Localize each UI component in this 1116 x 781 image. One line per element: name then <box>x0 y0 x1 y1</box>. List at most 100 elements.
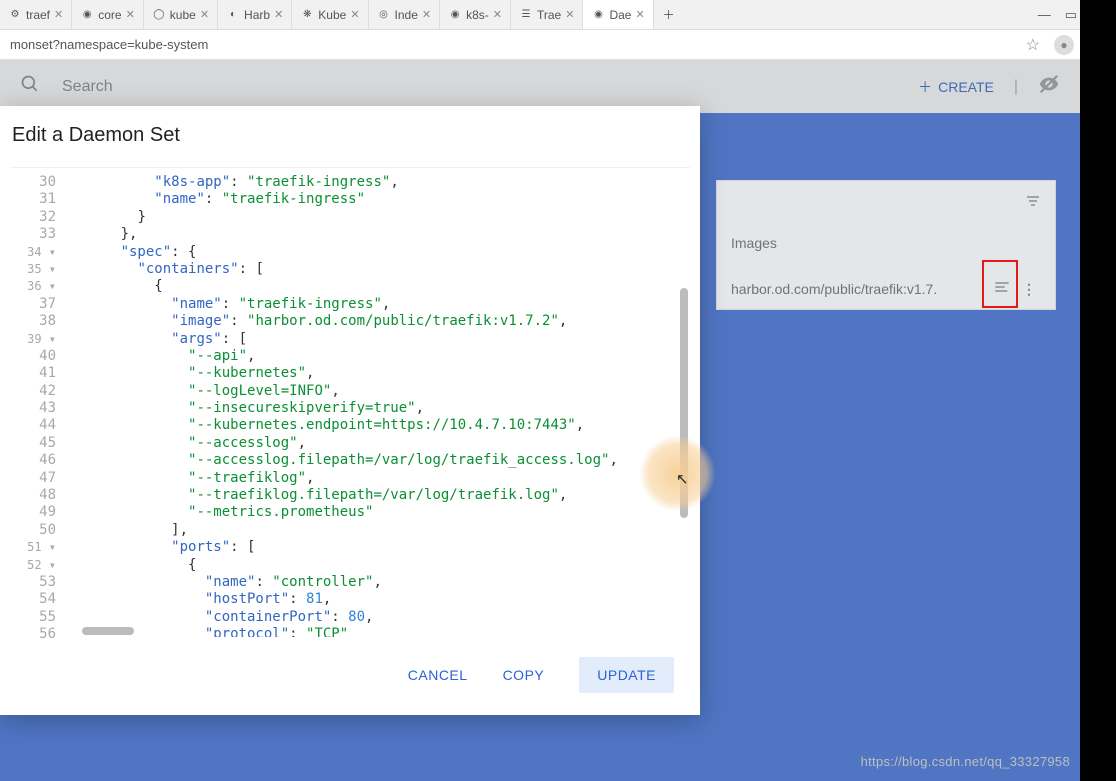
code-line: "--logLevel=INFO", <box>70 383 690 400</box>
tab-label: kube <box>170 8 196 22</box>
browser-tab[interactable]: ◉ Dae ✕ <box>583 0 653 29</box>
line-number: 52 ▾ <box>10 557 56 574</box>
copy-button[interactable]: COPY <box>503 667 545 683</box>
line-number: 54 <box>10 591 56 608</box>
editor-hscrollbar[interactable] <box>82 627 134 635</box>
code-line: "containerPort": 80, <box>70 609 690 626</box>
code-line: "--kubernetes.endpoint=https://10.4.7.10… <box>70 417 690 434</box>
line-number: 43 <box>10 400 56 417</box>
browser-tab[interactable]: ◐Harb✕ <box>218 0 292 29</box>
line-number: 47 <box>10 470 56 487</box>
code-line: "name": "traefik-ingress" <box>70 191 690 208</box>
code-line: "protocol": "TCP" <box>70 626 690 637</box>
code-line: "--api", <box>70 348 690 365</box>
line-number: 46 <box>10 452 56 469</box>
favicon-icon: ⚙ <box>8 8 22 22</box>
favicon-icon: ◎ <box>377 8 391 22</box>
browser-tab[interactable]: ⚙traef✕ <box>0 0 72 29</box>
panel-heading: Images <box>731 235 1041 251</box>
code-line: ], <box>70 522 690 539</box>
favicon-icon: ◉ <box>591 8 605 22</box>
line-number: 45 <box>10 435 56 452</box>
line-number: 39 ▾ <box>10 331 56 348</box>
tab-label: Kube <box>318 8 346 22</box>
tab-close-icon[interactable]: ✕ <box>422 8 431 21</box>
tab-close-icon[interactable]: ✕ <box>126 8 135 21</box>
image-row: harbor.od.com/public/traefik:v1.7. ⋮ <box>731 279 1041 299</box>
code-line: "name": "traefik-ingress", <box>70 296 690 313</box>
code-line: "spec": { <box>70 244 690 261</box>
line-number: 55 <box>10 609 56 626</box>
search-icon[interactable] <box>20 74 40 100</box>
favicon-icon: ❋ <box>300 8 314 22</box>
window-minimize-icon[interactable]: — <box>1038 7 1051 23</box>
code-line: { <box>70 278 690 295</box>
line-number: 53 <box>10 574 56 591</box>
watermark-text: https://blog.csdn.net/qq_33327958 <box>861 754 1070 769</box>
line-number: 51 ▾ <box>10 539 56 556</box>
editor-code[interactable]: "k8s-app": "traefik-ingress", "name": "t… <box>64 168 690 637</box>
line-number: 31 <box>10 191 56 208</box>
profile-avatar-icon[interactable]: ● <box>1054 35 1074 55</box>
code-line: "containers": [ <box>70 261 690 278</box>
editor-vscrollbar[interactable] <box>680 288 688 518</box>
create-button[interactable]: ＋ CREATE <box>918 77 994 97</box>
browser-tab[interactable]: ◉core✕ <box>72 0 144 29</box>
tab-close-icon[interactable]: ✕ <box>565 8 574 21</box>
code-line: "--accesslog", <box>70 435 690 452</box>
search-input[interactable]: Search <box>62 78 918 96</box>
code-line: "name": "controller", <box>70 574 690 591</box>
line-number: 49 <box>10 504 56 521</box>
tab-label: k8s- <box>466 8 489 22</box>
window-maximize-icon[interactable]: ▭ <box>1065 7 1077 23</box>
cancel-button[interactable]: CANCEL <box>408 667 468 683</box>
row-menu-icon[interactable]: ⋮ <box>1018 281 1041 298</box>
favicon-icon: ◉ <box>448 8 462 22</box>
line-number: 37 <box>10 296 56 313</box>
tab-close-icon[interactable]: ✕ <box>350 8 359 21</box>
browser-tab[interactable]: ❋ Kube ✕ <box>292 0 368 29</box>
code-line: "hostPort": 81, <box>70 591 690 608</box>
tab-label: core <box>98 8 121 22</box>
tab-close-icon[interactable]: ✕ <box>493 8 502 21</box>
tab-label: Dae <box>609 8 631 22</box>
tab-close-icon[interactable]: ✕ <box>54 8 63 21</box>
yaml-editor[interactable]: 3031323334 ▾35 ▾36 ▾373839 ▾404142434445… <box>10 167 690 637</box>
tab-close-icon[interactable]: ✕ <box>274 8 283 21</box>
line-number: 40 <box>10 348 56 365</box>
tab-close-icon[interactable]: ✕ <box>200 8 209 21</box>
tab-close-icon[interactable]: ✕ <box>635 8 644 21</box>
create-label: CREATE <box>938 79 994 95</box>
line-number: 41 <box>10 365 56 382</box>
code-line: "--traefiklog", <box>70 470 690 487</box>
bookmark-star-icon[interactable]: ☆ <box>1026 35 1040 55</box>
edit-daemonset-dialog: Edit a Daemon Set 3031323334 ▾35 ▾36 ▾37… <box>0 106 700 715</box>
namespace-toggle-icon[interactable] <box>1038 73 1060 101</box>
side-panel: Images harbor.od.com/public/traefik:v1.7… <box>716 180 1056 310</box>
update-button[interactable]: UPDATE <box>579 657 674 693</box>
code-line: "image": "harbor.od.com/public/traefik:v… <box>70 313 690 330</box>
new-tab-button[interactable]: ＋ <box>654 0 684 29</box>
url-text[interactable]: monset?namespace=kube-system <box>10 37 1026 52</box>
logs-icon[interactable] <box>994 279 1010 299</box>
code-line: } <box>70 209 690 226</box>
browser-tab[interactable]: ☰Trae✕ <box>511 0 583 29</box>
line-number: 44 <box>10 417 56 434</box>
line-number: 36 ▾ <box>10 278 56 295</box>
image-name: harbor.od.com/public/traefik:v1.7. <box>731 281 986 297</box>
code-line: "--kubernetes", <box>70 365 690 382</box>
line-number: 33 <box>10 226 56 243</box>
browser-tab[interactable]: ◎ Inde ✕ <box>369 0 441 29</box>
tab-label: Inde <box>395 8 418 22</box>
line-number: 38 <box>10 313 56 330</box>
browser-tab[interactable]: ◉ k8s- ✕ <box>440 0 511 29</box>
browser-tab[interactable]: ◯kube✕ <box>144 0 218 29</box>
line-number: 35 ▾ <box>10 261 56 278</box>
tab-label: Harb <box>244 8 270 22</box>
browser-url-bar: monset?namespace=kube-system ☆ ● ⟳ <box>0 30 1116 60</box>
filter-icon[interactable] <box>1025 193 1041 212</box>
browser-tab-bar: ⚙traef✕◉core✕◯kube✕◐Harb✕❋Kube✕◎Inde✕◉k8… <box>0 0 1116 30</box>
line-number: 50 <box>10 522 56 539</box>
editor-gutter: 3031323334 ▾35 ▾36 ▾373839 ▾404142434445… <box>10 168 64 637</box>
code-line: "--accesslog.filepath=/var/log/traefik_a… <box>70 452 690 469</box>
